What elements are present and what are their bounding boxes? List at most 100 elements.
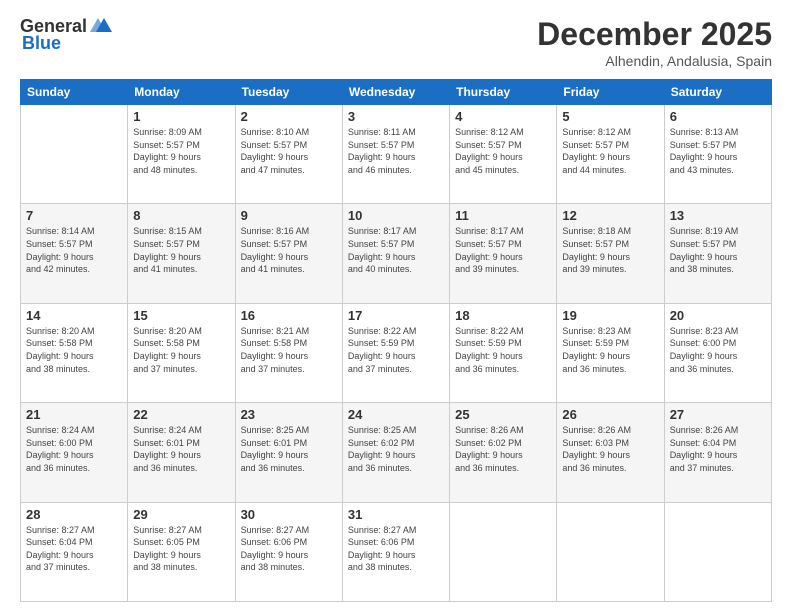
calendar-cell: 12 Sunrise: 8:18 AM Sunset: 5:57 PM Dayli… [557, 204, 664, 303]
calendar-cell: 9 Sunrise: 8:16 AM Sunset: 5:57 PM Daylig… [235, 204, 342, 303]
col-sunday: Sunday [21, 80, 128, 105]
day-number: 24 [348, 407, 444, 422]
day-number: 25 [455, 407, 551, 422]
day-number: 6 [670, 109, 766, 124]
calendar-cell: 1Sunrise: 8:09 AM Sunset: 5:57 PM Daylig… [128, 105, 235, 204]
day-info: Sunrise: 8:25 AM Sunset: 6:02 PM Dayligh… [348, 424, 444, 474]
day-number: 17 [348, 308, 444, 323]
calendar-cell: 26 Sunrise: 8:26 AM Sunset: 6:03 PM Dayli… [557, 403, 664, 502]
day-info: Sunrise: 8:14 AM Sunset: 5:57 PM Dayligh… [26, 225, 122, 275]
day-info: Sunrise: 8:22 AM Sunset: 5:59 PM Dayligh… [348, 325, 444, 375]
calendar-cell: 3 Sunrise: 8:11 AM Sunset: 5:57 PM Daylig… [342, 105, 449, 204]
calendar-week-1: 1Sunrise: 8:09 AM Sunset: 5:57 PM Daylig… [21, 105, 772, 204]
calendar-cell: 21 Sunrise: 8:24 AM Sunset: 6:00 PM Dayli… [21, 403, 128, 502]
day-number: 26 [562, 407, 658, 422]
day-number: 21 [26, 407, 122, 422]
day-number: 11 [455, 208, 551, 223]
day-info: Sunrise: 8:18 AM Sunset: 5:57 PM Dayligh… [562, 225, 658, 275]
day-info: Sunrise: 8:17 AM Sunset: 5:57 PM Dayligh… [348, 225, 444, 275]
calendar-cell: 19 Sunrise: 8:23 AM Sunset: 5:59 PM Dayli… [557, 303, 664, 402]
logo-icon [90, 18, 112, 34]
day-info: Sunrise: 8:12 AM Sunset: 5:57 PM Dayligh… [455, 126, 551, 176]
day-info: Sunrise: 8:27 AM Sunset: 6:05 PM Dayligh… [133, 524, 229, 574]
logo: General Blue [20, 16, 112, 54]
day-info: Sunrise: 8:11 AM Sunset: 5:57 PM Dayligh… [348, 126, 444, 176]
day-number: 23 [241, 407, 337, 422]
day-number: 9 [241, 208, 337, 223]
calendar-cell: 11Sunrise: 8:17 AM Sunset: 5:57 PM Dayli… [450, 204, 557, 303]
calendar-cell: 13Sunrise: 8:19 AM Sunset: 5:57 PM Dayli… [664, 204, 771, 303]
day-info: Sunrise: 8:27 AM Sunset: 6:06 PM Dayligh… [348, 524, 444, 574]
day-info: Sunrise: 8:25 AM Sunset: 6:01 PM Dayligh… [241, 424, 337, 474]
calendar-cell: 24 Sunrise: 8:25 AM Sunset: 6:02 PM Dayli… [342, 403, 449, 502]
day-number: 13 [670, 208, 766, 223]
day-info: Sunrise: 8:23 AM Sunset: 5:59 PM Dayligh… [562, 325, 658, 375]
day-info: Sunrise: 8:20 AM Sunset: 5:58 PM Dayligh… [133, 325, 229, 375]
day-number: 20 [670, 308, 766, 323]
day-info: Sunrise: 8:22 AM Sunset: 5:59 PM Dayligh… [455, 325, 551, 375]
day-info: Sunrise: 8:24 AM Sunset: 6:01 PM Dayligh… [133, 424, 229, 474]
calendar-title: December 2025 [537, 16, 772, 53]
calendar-cell [21, 105, 128, 204]
day-number: 18 [455, 308, 551, 323]
day-info: Sunrise: 8:27 AM Sunset: 6:04 PM Dayligh… [26, 524, 122, 574]
day-info: Sunrise: 8:16 AM Sunset: 5:57 PM Dayligh… [241, 225, 337, 275]
calendar-cell: 7 Sunrise: 8:14 AM Sunset: 5:57 PM Daylig… [21, 204, 128, 303]
calendar-header-row: Sunday Monday Tuesday Wednesday Thursday… [21, 80, 772, 105]
calendar-cell: 6Sunrise: 8:13 AM Sunset: 5:57 PM Daylig… [664, 105, 771, 204]
day-number: 29 [133, 507, 229, 522]
day-number: 16 [241, 308, 337, 323]
calendar-cell: 14Sunrise: 8:20 AM Sunset: 5:58 PM Dayli… [21, 303, 128, 402]
logo-blue-text: Blue [22, 33, 61, 54]
day-number: 19 [562, 308, 658, 323]
calendar-week-4: 21 Sunrise: 8:24 AM Sunset: 6:00 PM Dayli… [21, 403, 772, 502]
day-number: 27 [670, 407, 766, 422]
calendar-cell [557, 502, 664, 601]
day-info: Sunrise: 8:20 AM Sunset: 5:58 PM Dayligh… [26, 325, 122, 375]
calendar-cell: 16 Sunrise: 8:21 AM Sunset: 5:58 PM Dayli… [235, 303, 342, 402]
day-info: Sunrise: 8:09 AM Sunset: 5:57 PM Dayligh… [133, 126, 229, 176]
calendar-cell: 4Sunrise: 8:12 AM Sunset: 5:57 PM Daylig… [450, 105, 557, 204]
calendar-table: Sunday Monday Tuesday Wednesday Thursday… [20, 79, 772, 602]
calendar-week-2: 7 Sunrise: 8:14 AM Sunset: 5:57 PM Daylig… [21, 204, 772, 303]
col-wednesday: Wednesday [342, 80, 449, 105]
day-number: 7 [26, 208, 122, 223]
col-tuesday: Tuesday [235, 80, 342, 105]
calendar-cell: 30 Sunrise: 8:27 AM Sunset: 6:06 PM Dayli… [235, 502, 342, 601]
day-info: Sunrise: 8:24 AM Sunset: 6:00 PM Dayligh… [26, 424, 122, 474]
day-info: Sunrise: 8:15 AM Sunset: 5:57 PM Dayligh… [133, 225, 229, 275]
calendar-cell: 31 Sunrise: 8:27 AM Sunset: 6:06 PM Dayli… [342, 502, 449, 601]
page: General Blue December 2025 Alhendin, And… [0, 0, 792, 612]
calendar-cell: 2 Sunrise: 8:10 AM Sunset: 5:57 PM Daylig… [235, 105, 342, 204]
day-info: Sunrise: 8:27 AM Sunset: 6:06 PM Dayligh… [241, 524, 337, 574]
title-block: December 2025 Alhendin, Andalusia, Spain [537, 16, 772, 69]
calendar-cell: 17 Sunrise: 8:22 AM Sunset: 5:59 PM Dayli… [342, 303, 449, 402]
day-info: Sunrise: 8:26 AM Sunset: 6:04 PM Dayligh… [670, 424, 766, 474]
day-number: 5 [562, 109, 658, 124]
day-info: Sunrise: 8:26 AM Sunset: 6:02 PM Dayligh… [455, 424, 551, 474]
calendar-cell: 20Sunrise: 8:23 AM Sunset: 6:00 PM Dayli… [664, 303, 771, 402]
calendar-cell: 10 Sunrise: 8:17 AM Sunset: 5:57 PM Dayli… [342, 204, 449, 303]
col-saturday: Saturday [664, 80, 771, 105]
calendar-cell: 5Sunrise: 8:12 AM Sunset: 5:57 PM Daylig… [557, 105, 664, 204]
day-number: 2 [241, 109, 337, 124]
day-number: 30 [241, 507, 337, 522]
col-thursday: Thursday [450, 80, 557, 105]
calendar-subtitle: Alhendin, Andalusia, Spain [537, 53, 772, 69]
day-number: 12 [562, 208, 658, 223]
col-friday: Friday [557, 80, 664, 105]
day-number: 3 [348, 109, 444, 124]
day-info: Sunrise: 8:10 AM Sunset: 5:57 PM Dayligh… [241, 126, 337, 176]
day-number: 31 [348, 507, 444, 522]
day-number: 10 [348, 208, 444, 223]
calendar-cell: 25 Sunrise: 8:26 AM Sunset: 6:02 PM Dayli… [450, 403, 557, 502]
day-number: 28 [26, 507, 122, 522]
day-info: Sunrise: 8:26 AM Sunset: 6:03 PM Dayligh… [562, 424, 658, 474]
calendar-cell: 15 Sunrise: 8:20 AM Sunset: 5:58 PM Dayli… [128, 303, 235, 402]
header: General Blue December 2025 Alhendin, And… [20, 16, 772, 69]
col-monday: Monday [128, 80, 235, 105]
day-number: 15 [133, 308, 229, 323]
calendar-cell [450, 502, 557, 601]
calendar-cell: 22Sunrise: 8:24 AM Sunset: 6:01 PM Dayli… [128, 403, 235, 502]
day-info: Sunrise: 8:21 AM Sunset: 5:58 PM Dayligh… [241, 325, 337, 375]
